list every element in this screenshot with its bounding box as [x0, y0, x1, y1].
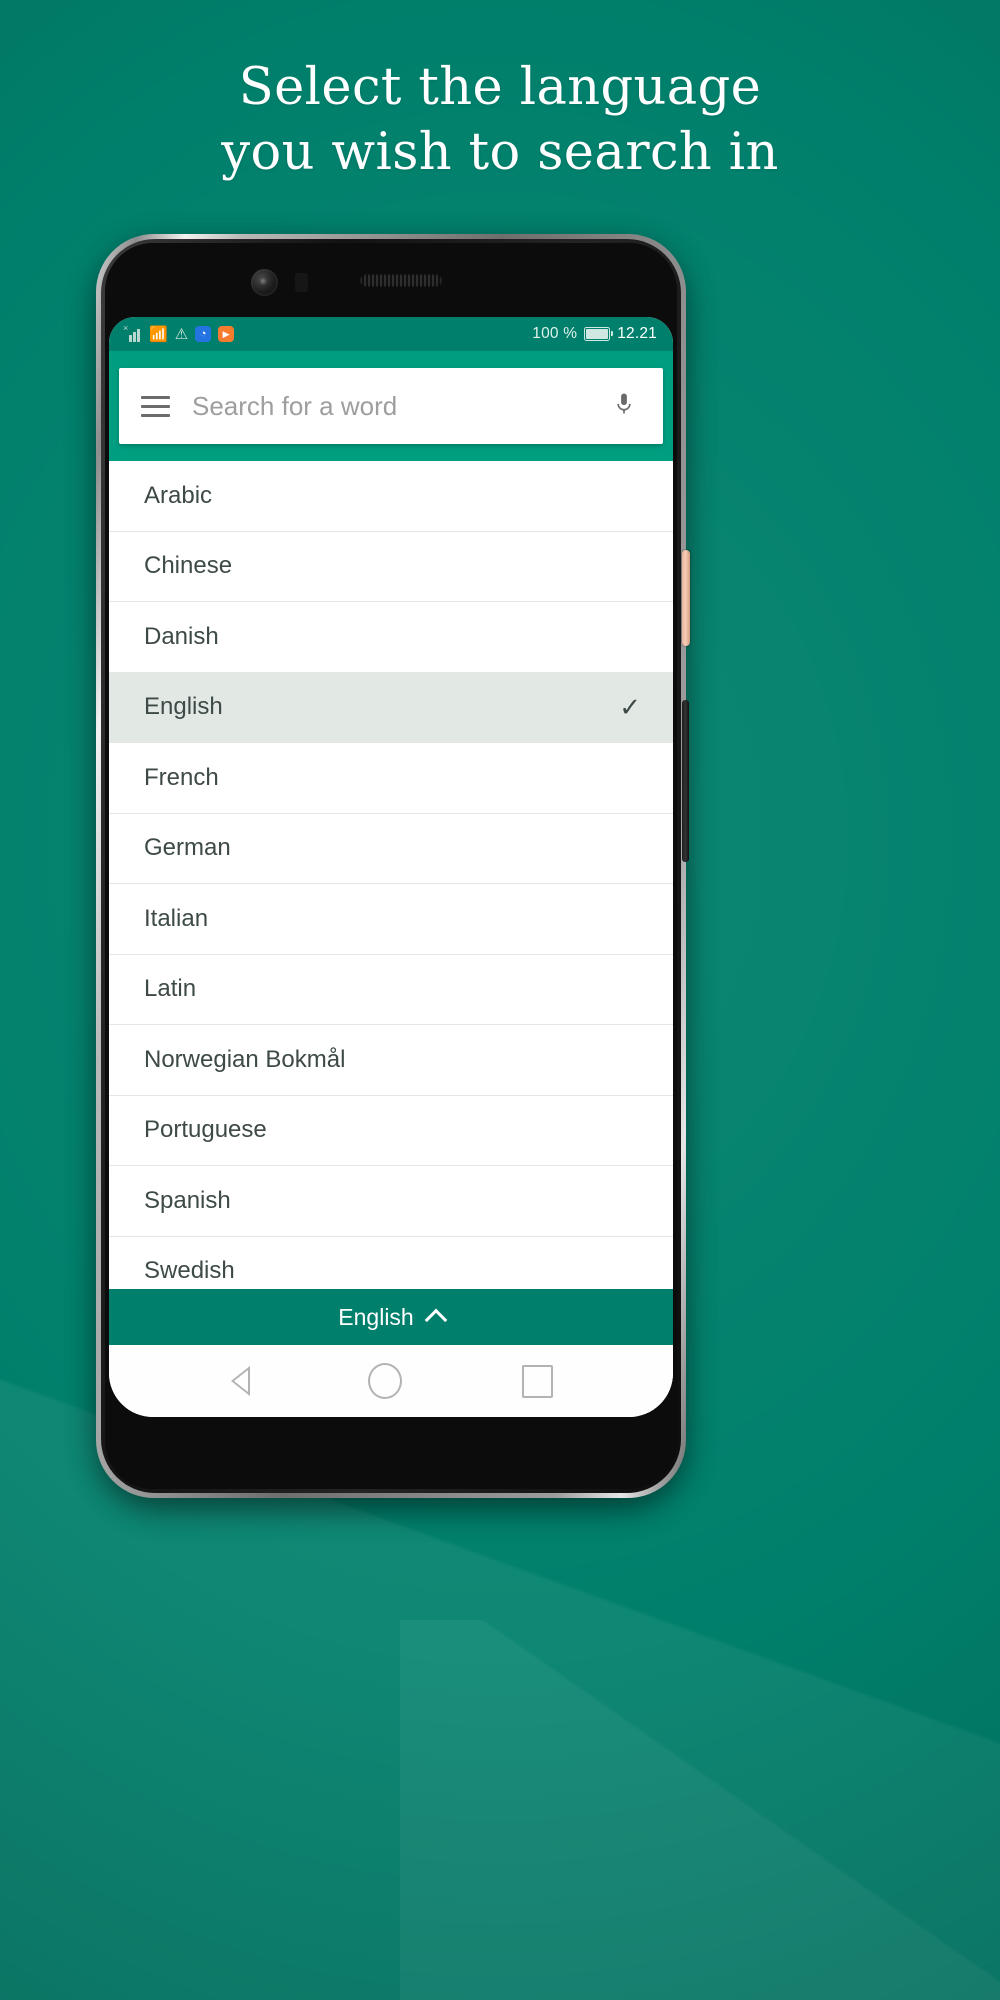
language-list-item-label: German	[144, 834, 231, 862]
blue-app-icon: ◔	[195, 326, 212, 342]
app-toolbar	[109, 351, 673, 461]
volume-rocker-button[interactable]	[682, 700, 689, 862]
proximity-sensor-icon	[295, 273, 308, 292]
language-list-item-label: Italian	[144, 904, 209, 932]
language-list-item[interactable]: Norwegian Bokmål	[109, 1025, 673, 1096]
language-list-item-label: Portuguese	[144, 1116, 267, 1144]
battery-full-icon	[584, 327, 614, 341]
status-bar-right: 100 % 12.21	[532, 325, 657, 343]
language-list-item-label: Spanish	[144, 1186, 231, 1214]
phone-screen: × 📶 ⚠ ◔ ▶ 100 % 12.21 Search for a word …	[109, 317, 673, 1417]
language-list-item[interactable]: English ✓	[109, 672, 673, 743]
front-camera-icon	[251, 269, 278, 296]
recents-square-icon[interactable]	[522, 1364, 553, 1398]
search-card[interactable]	[119, 368, 663, 444]
language-list-item-label: Norwegian Bokmål	[144, 1045, 346, 1073]
language-list-item[interactable]: Italian	[109, 884, 673, 955]
android-navigation-bar	[109, 1345, 673, 1417]
language-list-item-label: English	[144, 693, 223, 721]
hamburger-menu-icon[interactable]	[141, 395, 170, 417]
language-list-item[interactable]: Latin	[109, 955, 673, 1025]
signal-bars-no-sim-icon: ×	[123, 323, 142, 342]
language-list-item[interactable]: Chinese	[109, 532, 673, 602]
page-title: Select the language you wish to search i…	[0, 56, 1000, 186]
home-circle-icon[interactable]	[368, 1363, 402, 1399]
language-list[interactable]: Arabic Chinese Danish English ✓ French German I…	[109, 461, 673, 1289]
language-list-item[interactable]: German	[109, 814, 673, 884]
page-title-line-2: you wish to search in	[221, 122, 779, 182]
language-list-item[interactable]: Danish	[109, 602, 673, 673]
language-list-item[interactable]: Swedish	[109, 1237, 673, 1290]
power-button[interactable]	[682, 550, 690, 646]
search-input[interactable]	[190, 389, 587, 423]
language-list-item-label: Swedish	[144, 1257, 235, 1285]
language-list-item[interactable]: French	[109, 743, 673, 814]
language-list-item-label: Latin	[144, 975, 197, 1003]
microphone-icon-svg	[617, 393, 631, 414]
status-bar-left: × 📶 ⚠ ◔ ▶	[123, 323, 235, 343]
current-language-label: English	[338, 1303, 414, 1330]
page-title-line-1: Select the language	[238, 58, 762, 117]
current-language-bar[interactable]: English	[109, 1289, 673, 1345]
phone-body: × 📶 ⚠ ◔ ▶ 100 % 12.21 Search for a word …	[105, 243, 677, 1489]
checkmark-icon: ✓	[619, 692, 641, 723]
status-bar-clock: 12.21	[617, 325, 657, 342]
warning-triangle-icon: ⚠	[174, 325, 189, 343]
earpiece-speaker-icon	[360, 274, 442, 287]
language-list-item-label: Danish	[144, 622, 219, 650]
language-list-item-label: Chinese	[144, 552, 233, 580]
language-list-item[interactable]: Portuguese	[109, 1096, 673, 1166]
language-list-item[interactable]: Arabic	[109, 461, 673, 532]
battery-percent-label: 100 %	[532, 325, 578, 342]
back-triangle-icon[interactable]	[229, 1366, 250, 1396]
language-list-item-label: French	[144, 763, 219, 791]
language-list-item-label: Arabic	[144, 481, 213, 509]
blue-app-icon-glyph: ◔	[199, 327, 207, 340]
language-list-item[interactable]: Spanish	[109, 1166, 673, 1237]
orange-play-icon-glyph: ▶	[222, 328, 230, 339]
orange-play-icon: ▶	[218, 326, 235, 342]
wifi-icon: 📶	[149, 325, 168, 343]
phone-mockup: × 📶 ⚠ ◔ ▶ 100 % 12.21 Search for a word …	[96, 234, 690, 1504]
microphone-icon[interactable]	[607, 392, 641, 420]
chevron-up-icon	[424, 1308, 448, 1331]
status-bar: × 📶 ⚠ ◔ ▶ 100 % 12.21	[109, 317, 673, 351]
